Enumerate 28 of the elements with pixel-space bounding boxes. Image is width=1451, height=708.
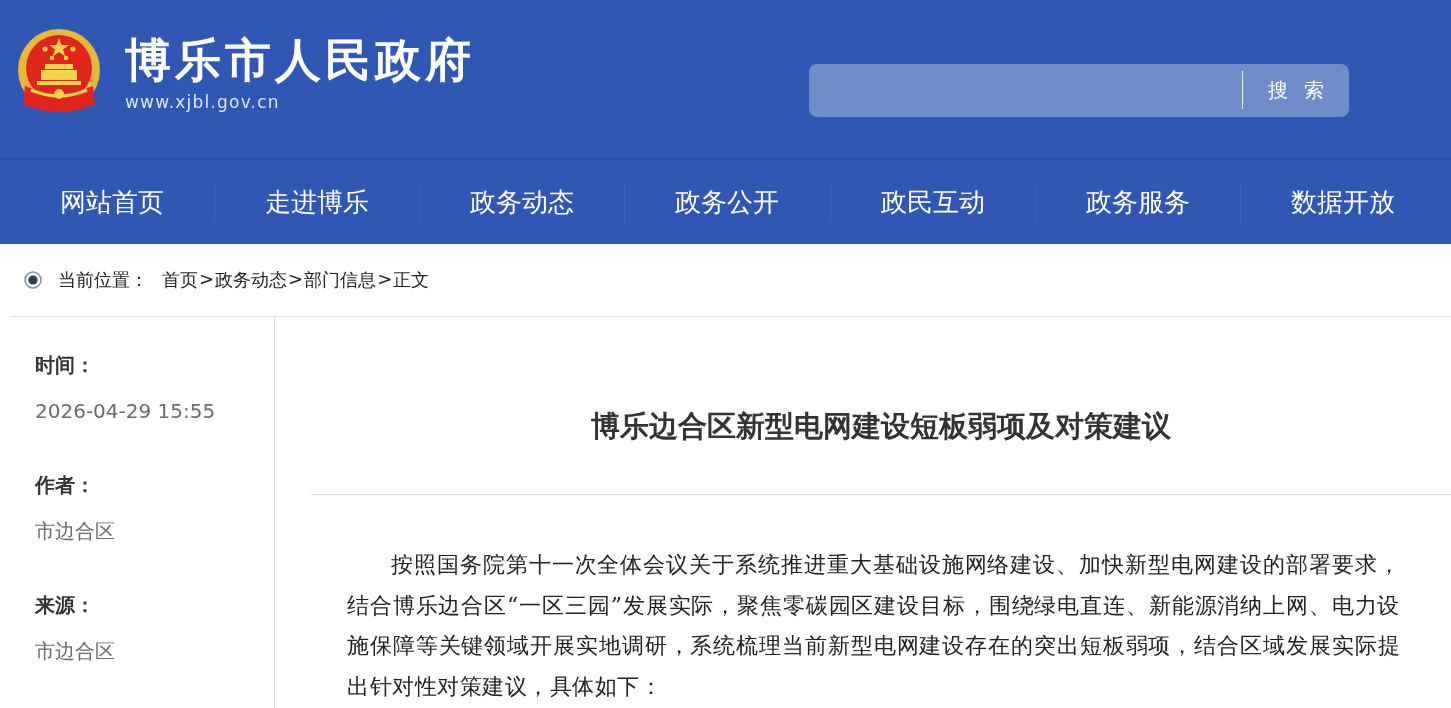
- search-button[interactable]: 搜索: [1242, 63, 1349, 117]
- nav-link[interactable]: 数据开放: [1240, 160, 1445, 244]
- nav-link[interactable]: 网站首页: [10, 160, 215, 244]
- article-paragraph: 按照国务院第十一次全体会议关于系统推进重大基础设施网络建设、加快新型电网建设的部署要求，结合博乐边合区“一区三园”发展实际，聚焦零碳园区建设目标，围绕绿电直连、新能源消纳上网、电力设施保障等关键领域开展实地调研，系统梳理当前新型电网建设存在的突出短板弱项，结合区域发展实际提出针对性对策建议，具体如下：: [347, 551, 1400, 701]
- meta-value: 2026-04-29 15:55: [35, 398, 217, 425]
- nav-link[interactable]: 政务公开: [625, 160, 830, 244]
- radio-dot-icon: [24, 271, 42, 289]
- meta-label: 作者：: [35, 472, 96, 499]
- nav-link[interactable]: 走进博乐: [215, 160, 420, 244]
- search-field[interactable]: [809, 63, 1242, 117]
- article-title: 博乐边合区新型电网建设短板弱项及对策建议: [311, 317, 1451, 495]
- site-title: 博乐市人民政府: [125, 33, 475, 87]
- meta-label: 来源：: [35, 592, 96, 619]
- breadcrumb-link[interactable]: 政务动态: [215, 268, 288, 292]
- breadcrumb-label: 当前位置：: [58, 268, 148, 292]
- nav-link[interactable]: 政务服务: [1035, 160, 1240, 244]
- meta-value: 市边合区: [35, 638, 116, 665]
- breadcrumb-separator: >: [376, 268, 393, 291]
- meta-value: 市边合区: [35, 518, 116, 545]
- nav-link[interactable]: 政民互动: [830, 160, 1035, 244]
- breadcrumb-separator: >: [198, 268, 215, 291]
- nav-link[interactable]: 政务动态: [420, 160, 625, 244]
- breadcrumb-link[interactable]: 部门信息: [304, 268, 377, 292]
- site-url: www.xjbl.gov.cn: [125, 91, 281, 113]
- breadcrumb-link[interactable]: 首页: [162, 268, 198, 292]
- breadcrumb-separator: >: [287, 268, 304, 291]
- meta-label: 时间：: [35, 352, 96, 379]
- breadcrumb-link[interactable]: 正文: [393, 268, 430, 292]
